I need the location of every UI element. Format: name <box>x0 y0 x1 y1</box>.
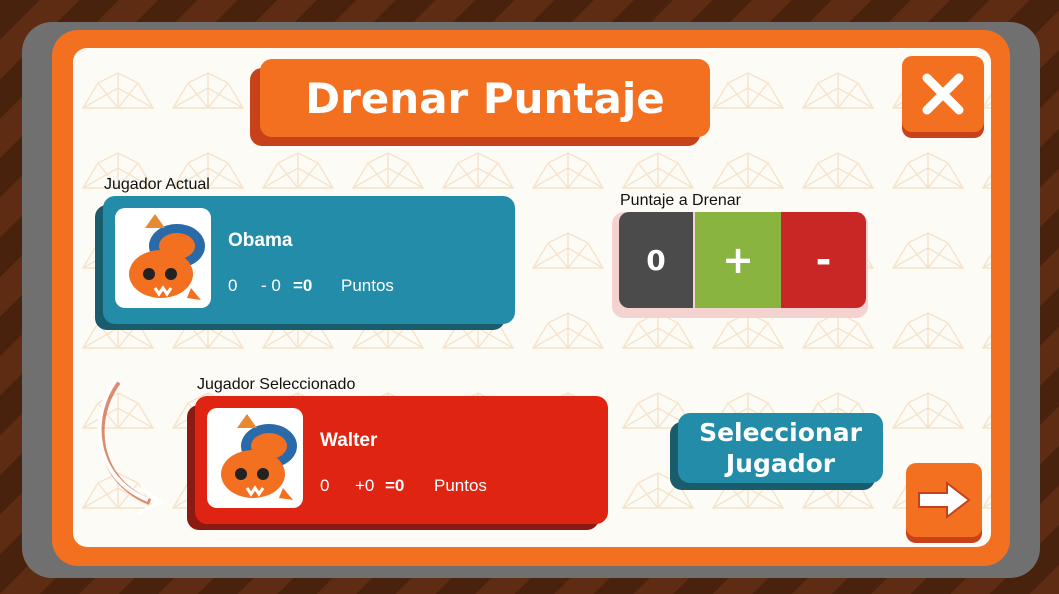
drain-label: Puntaje a Drenar <box>620 192 741 209</box>
select-player-button[interactable]: Seleccionar Jugador <box>678 413 883 483</box>
next-button[interactable] <box>906 463 982 537</box>
current-player-points-label: Puntos <box>341 276 394 295</box>
current-player-delta: - 0 <box>261 276 281 295</box>
current-player-name: Obama <box>228 230 293 251</box>
crab-avatar-icon <box>123 214 205 300</box>
selected-player-score: 0 <box>320 476 330 495</box>
decrement-button[interactable]: - <box>781 212 866 308</box>
selected-player-delta: +0 <box>355 476 375 495</box>
close-icon <box>922 73 964 115</box>
crab-avatar-icon <box>215 414 297 500</box>
selected-player-avatar <box>207 408 303 508</box>
select-player-button-line1: Seleccionar <box>699 418 862 447</box>
current-player-total: =0 <box>293 276 313 295</box>
selected-player-points-label: Puntos <box>434 476 487 495</box>
selected-player-name: Walter <box>320 430 378 451</box>
drain-value: 0 <box>619 212 693 308</box>
current-player-label: Jugador Actual <box>104 176 210 193</box>
close-button[interactable] <box>902 56 984 132</box>
current-player-avatar <box>115 208 211 308</box>
increment-button[interactable]: + <box>695 212 781 308</box>
select-player-button-line2: Jugador <box>725 449 836 478</box>
selected-player-total: =0 <box>385 476 405 495</box>
page-title: Drenar Puntaje <box>260 59 710 137</box>
selected-player-card: Walter 0 +0 =0 Puntos <box>195 396 608 524</box>
curved-arrow-icon <box>97 378 164 516</box>
current-player-score: 0 <box>228 276 238 295</box>
current-player-card: Obama 0 - 0 =0 Puntos <box>103 196 515 324</box>
selected-player-label: Jugador Seleccionado <box>197 376 356 393</box>
arrow-right-icon <box>918 480 971 520</box>
